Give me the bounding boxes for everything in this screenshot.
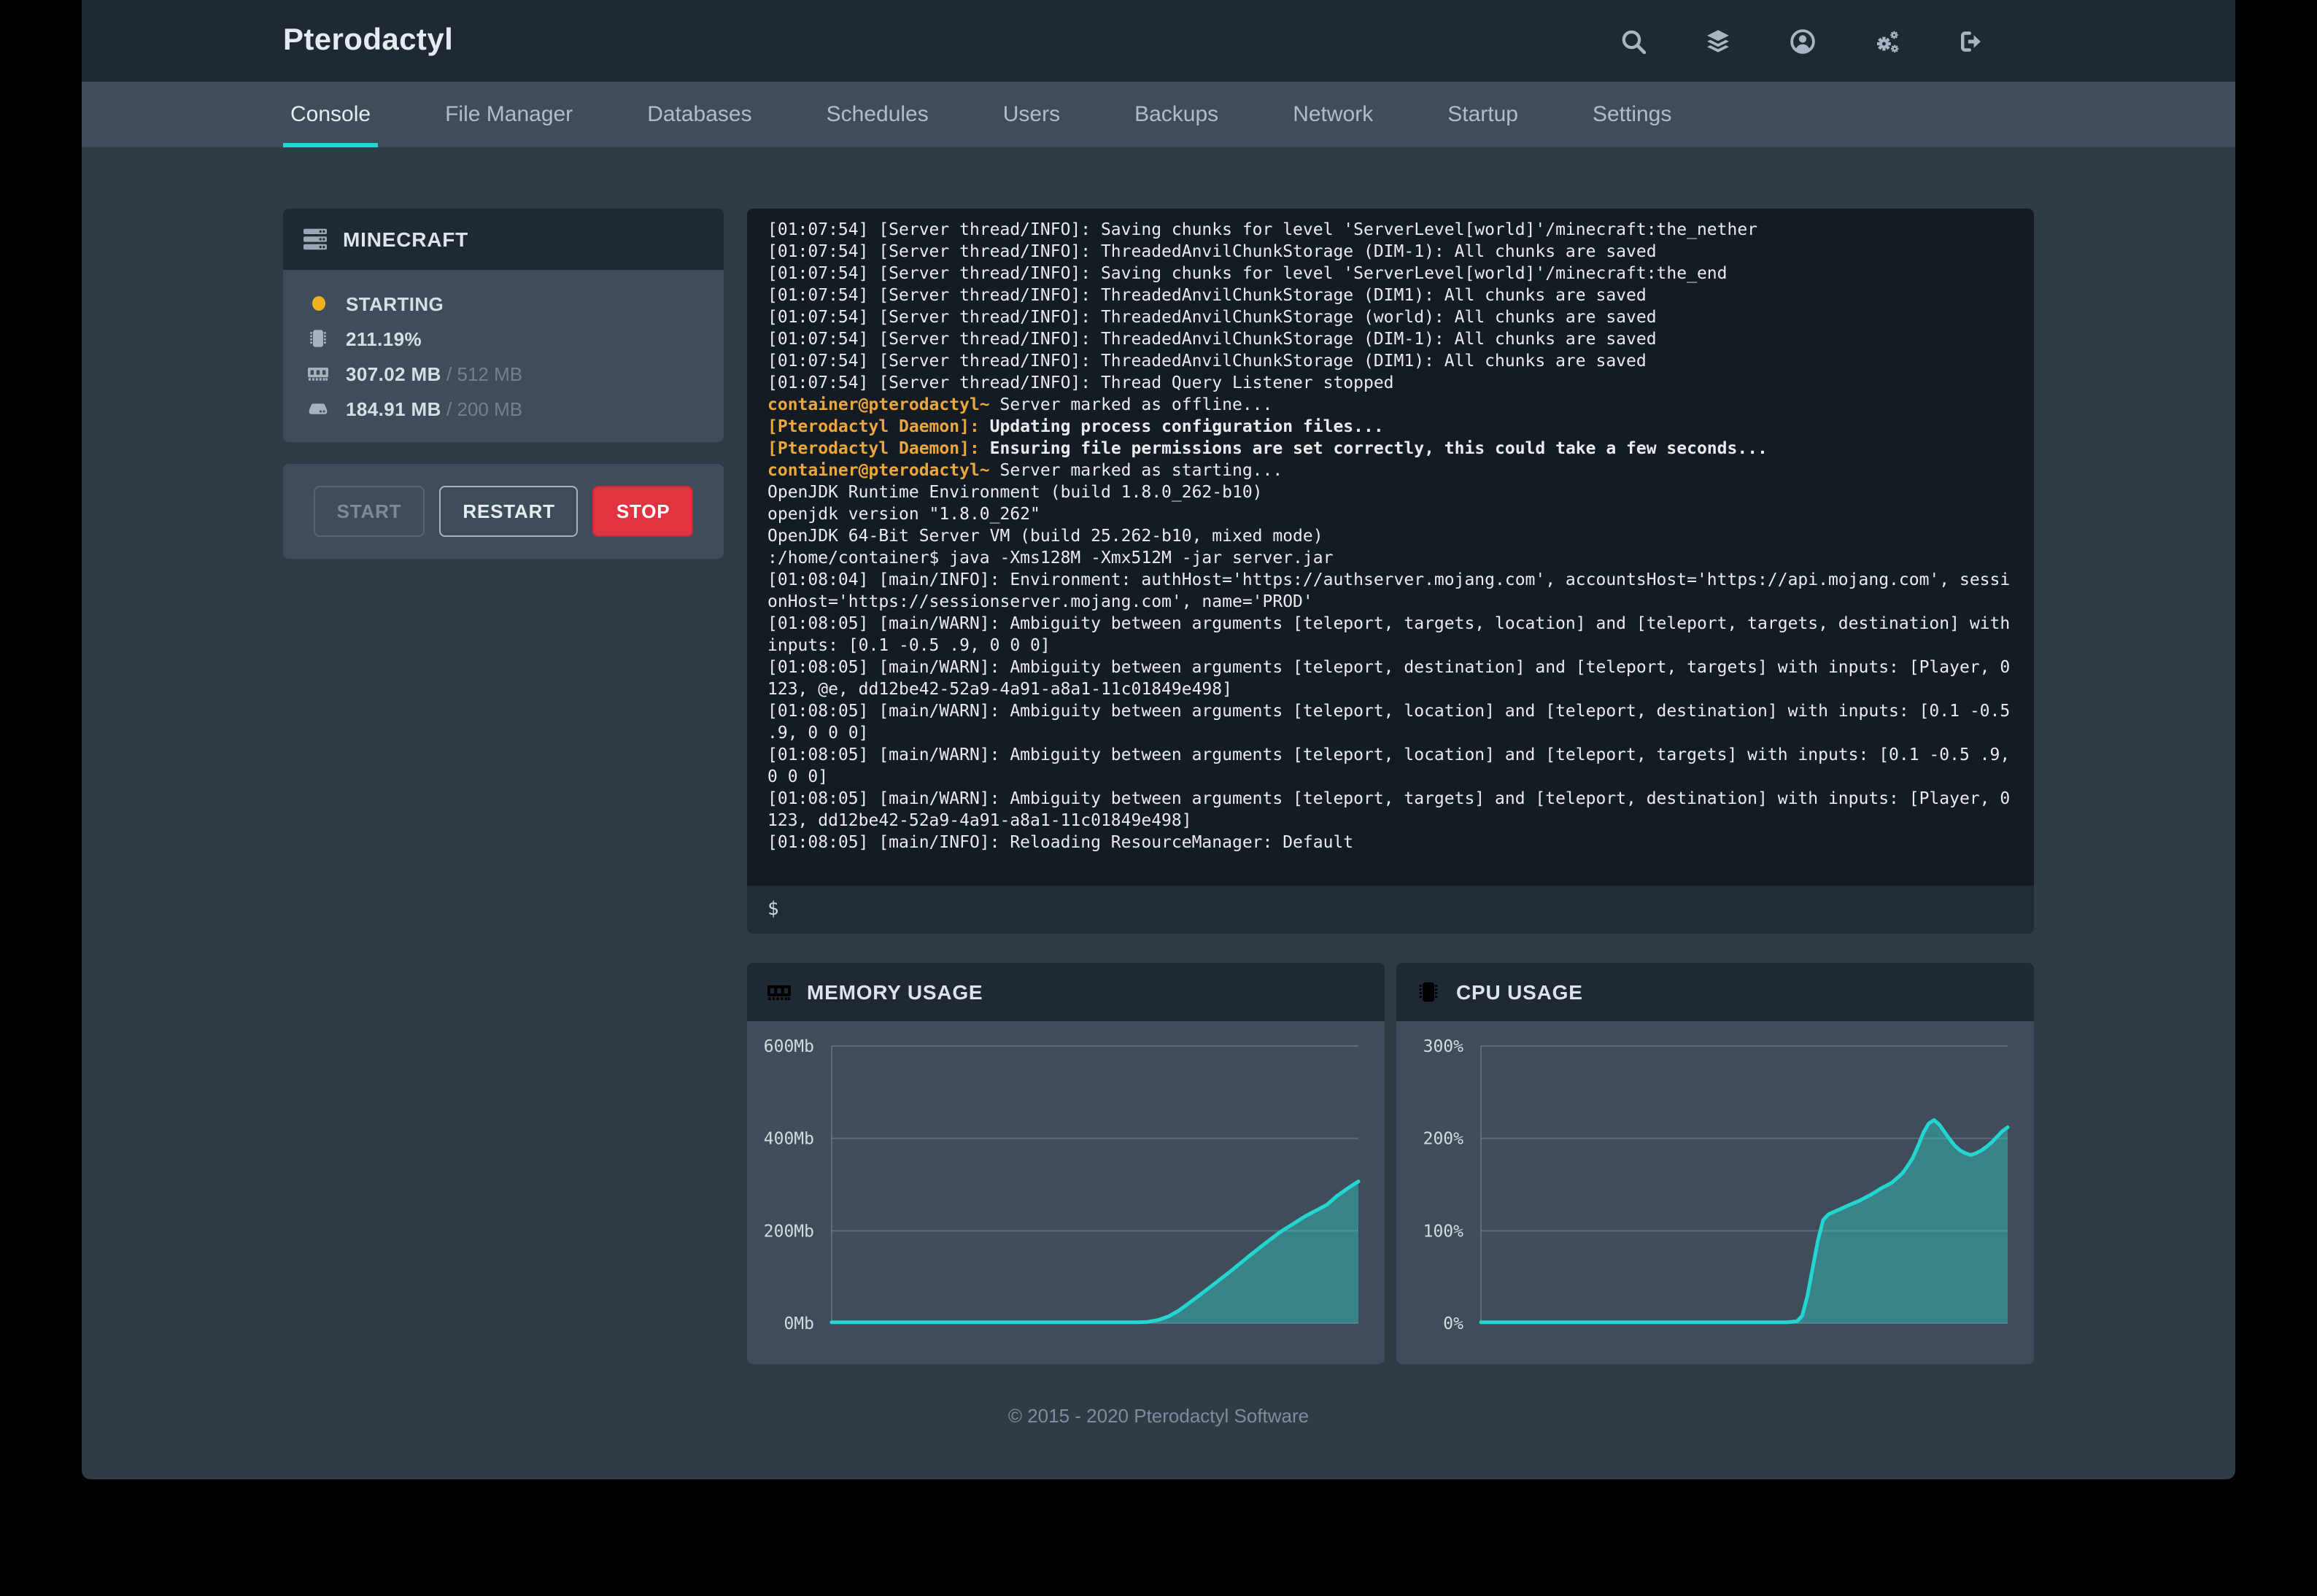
svg-text:200%: 200% — [1423, 1130, 1464, 1149]
console-panel: [01:07:54] [Server thread/INFO]: Saving … — [747, 209, 2034, 934]
svg-text:400Mb: 400Mb — [764, 1130, 814, 1149]
console-line: [01:08:05] [main/WARN]: Ambiguity betwee… — [767, 788, 2014, 832]
svg-text:300%: 300% — [1423, 1037, 1464, 1056]
console-line: [01:07:54] [Server thread/INFO]: Threade… — [767, 328, 2014, 350]
cpu-usage-value: 211.19% — [346, 328, 422, 349]
memory-chart-svg: 600Mb 400Mb 200Mb 0Mb — [747, 1021, 1385, 1364]
console-line: openjdk version "1.8.0_262" — [767, 503, 2014, 525]
console-line: [Pterodactyl Daemon]: Updating process c… — [767, 416, 2014, 438]
console-line: [01:08:05] [main/INFO]: Reloading Resour… — [767, 832, 2014, 853]
console-line: [01:08:05] [main/WARN]: Ambiguity betwee… — [767, 744, 2014, 788]
header-actions — [1620, 28, 1984, 54]
start-button[interactable]: START — [314, 486, 425, 537]
console-line: [01:08:04] [main/INFO]: Environment: aut… — [767, 569, 2014, 613]
disk-usage-row: 184.91 MB / 200 MB — [306, 391, 700, 426]
gears-icon[interactable] — [1873, 28, 1900, 54]
disk-used: 184.91 MB — [346, 398, 441, 419]
memory-usage-panel: MEMORY USAGE 600Mb 400Mb 200Mb 0Mb — [747, 963, 1385, 1364]
console-line: [01:08:05] [main/WARN]: Ambiguity betwee… — [767, 656, 2014, 700]
console-line: [01:07:54] [Server thread/INFO]: Threade… — [767, 284, 2014, 306]
power-controls-panel: START RESTART STOP — [283, 464, 724, 559]
memory-chart-title: MEMORY USAGE — [807, 980, 983, 1004]
main-content: MINECRAFT STARTING 211.19% — [283, 147, 2034, 1364]
server-status-row: STARTING — [306, 286, 700, 321]
console-line: OpenJDK 64-Bit Server VM (build 25.262-b… — [767, 525, 2014, 547]
user-icon[interactable] — [1789, 28, 1815, 54]
footer-copyright: © 2015 - 2020 Pterodactyl Software — [82, 1405, 2235, 1427]
command-input[interactable] — [792, 898, 2014, 921]
console-line: [01:07:54] [Server thread/INFO]: Saving … — [767, 263, 2014, 284]
svg-text:0%: 0% — [1443, 1314, 1463, 1333]
console-line: [01:08:05] [main/WARN]: Ambiguity betwee… — [767, 613, 2014, 656]
status-dot-icon — [306, 296, 330, 311]
memory-icon — [306, 363, 330, 384]
cpu-chart: 300% 200% 100% 0% — [1396, 1021, 2034, 1364]
memory-chart: 600Mb 400Mb 200Mb 0Mb — [747, 1021, 1385, 1364]
nav-tabs: Console File Manager Databases Schedules Use… — [283, 82, 2034, 147]
server-sidebar: MINECRAFT STARTING 211.19% — [283, 209, 724, 1364]
console-line: container@pterodactyl~ Server marked as … — [767, 394, 2014, 416]
search-icon[interactable] — [1620, 28, 1646, 54]
console-line: :/home/container$ java -Xms128M -Xmx512M… — [767, 547, 2014, 569]
app-title: Pterodactyl — [283, 23, 453, 58]
tab-startup[interactable]: Startup — [1440, 82, 1525, 147]
cpu-chart-title: CPU USAGE — [1456, 980, 1583, 1004]
app-root: Pterodactyl — [0, 0, 2317, 1596]
hdd-icon — [306, 398, 330, 419]
command-row: $ — [747, 886, 2034, 934]
console-line: [01:07:54] [Server thread/INFO]: Threade… — [767, 350, 2014, 372]
memory-used: 307.02 MB — [346, 363, 441, 384]
console-log[interactable]: [01:07:54] [Server thread/INFO]: Saving … — [747, 209, 2034, 886]
tab-databases[interactable]: Databases — [640, 82, 759, 147]
logout-icon[interactable] — [1958, 28, 1984, 54]
console-line: [01:07:54] [Server thread/INFO]: Thread … — [767, 372, 2014, 394]
console-line: container@pterodactyl~ Server marked as … — [767, 460, 2014, 481]
cpu-chart-icon — [1417, 980, 1440, 1004]
server-info-panel: MINECRAFT STARTING 211.19% — [283, 209, 724, 442]
tab-file-manager[interactable]: File Manager — [438, 82, 580, 147]
tab-users[interactable]: Users — [996, 82, 1067, 147]
tab-settings[interactable]: Settings — [1585, 82, 1679, 147]
server-name: MINECRAFT — [343, 228, 468, 251]
console-line: [01:07:54] [Server thread/INFO]: Saving … — [767, 219, 2014, 241]
cpu-chart-svg: 300% 200% 100% 0% — [1396, 1021, 2034, 1364]
cpu-usage-row: 211.19% — [306, 321, 700, 356]
tab-schedules[interactable]: Schedules — [819, 82, 936, 147]
memory-total: / 512 MB — [441, 363, 522, 384]
page: Pterodactyl — [82, 0, 2235, 1479]
tab-backups[interactable]: Backups — [1127, 82, 1226, 147]
console-line: OpenJDK Runtime Environment (build 1.8.0… — [767, 481, 2014, 503]
microchip-icon — [306, 328, 330, 349]
server-icon — [303, 228, 327, 251]
memory-usage-row: 307.02 MB / 512 MB — [306, 356, 700, 391]
svg-text:100%: 100% — [1423, 1222, 1464, 1241]
svg-text:0Mb: 0Mb — [784, 1314, 814, 1333]
layers-icon[interactable] — [1704, 28, 1730, 54]
charts-row: MEMORY USAGE 600Mb 400Mb 200Mb 0Mb CPU USAG… — [747, 963, 2034, 1364]
nav-bar: Console File Manager Databases Schedules Use… — [82, 82, 2235, 147]
cpu-usage-panel: CPU USAGE 300% 200% 100% 0% — [1396, 963, 2034, 1364]
svg-text:600Mb: 600Mb — [764, 1037, 814, 1056]
tab-console[interactable]: Console — [283, 82, 378, 147]
restart-button[interactable]: RESTART — [439, 486, 578, 537]
stop-button[interactable]: STOP — [593, 486, 694, 537]
memory-chart-icon — [767, 980, 791, 1004]
console-line: [01:08:05] [main/WARN]: Ambiguity betwee… — [767, 700, 2014, 744]
console-column: [01:07:54] [Server thread/INFO]: Saving … — [747, 209, 2034, 1364]
console-line: [01:07:54] [Server thread/INFO]: Threade… — [767, 241, 2014, 263]
console-line: [Pterodactyl Daemon]: Ensuring file perm… — [767, 438, 2014, 460]
console-line: [01:07:54] [Server thread/INFO]: Threade… — [767, 306, 2014, 328]
svg-text:200Mb: 200Mb — [764, 1222, 814, 1241]
disk-total: / 200 MB — [441, 398, 522, 419]
top-header: Pterodactyl — [82, 0, 2235, 82]
server-status: STARTING — [346, 293, 444, 314]
tab-network[interactable]: Network — [1285, 82, 1380, 147]
command-prompt: $ — [767, 899, 779, 921]
